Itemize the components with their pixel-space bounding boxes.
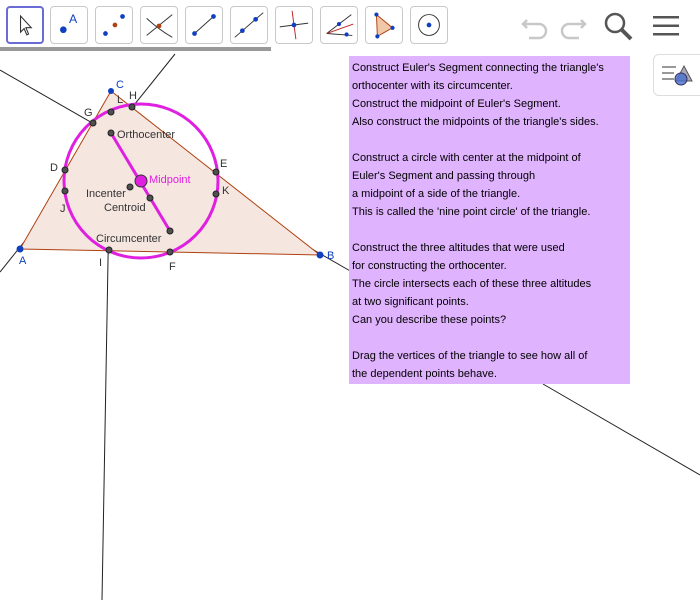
point-h bbox=[128, 103, 136, 111]
note-line: Euler's Segment and passing through bbox=[352, 170, 536, 182]
point-incenter bbox=[126, 183, 134, 191]
note-line: Construct Euler's Segment connecting the… bbox=[352, 62, 604, 74]
angle-bisector-icon bbox=[326, 14, 354, 37]
point-centroid bbox=[146, 194, 154, 202]
label-h: H bbox=[129, 90, 137, 102]
redo-button[interactable] bbox=[555, 8, 591, 44]
note-line: Construct a circle with center at the mi… bbox=[352, 152, 581, 164]
vertex-c[interactable] bbox=[108, 88, 114, 94]
segment-points-tool-button[interactable] bbox=[95, 6, 133, 44]
search-icon bbox=[604, 12, 633, 41]
point-tool-button[interactable]: A bbox=[50, 6, 88, 44]
redo-icon bbox=[560, 19, 587, 40]
toolbar: A bbox=[0, 0, 700, 52]
label-c: C bbox=[116, 79, 124, 91]
label-d: D bbox=[50, 162, 58, 174]
label-i: I bbox=[99, 257, 102, 269]
two-points-icon bbox=[103, 14, 125, 36]
line-icon bbox=[234, 12, 264, 38]
note-line: for constructing the orthocenter. bbox=[352, 260, 507, 272]
label-centroid: Centroid bbox=[104, 202, 146, 214]
search-button[interactable] bbox=[600, 8, 636, 44]
point-orthocenter bbox=[107, 129, 115, 137]
undo-button[interactable] bbox=[517, 8, 553, 44]
label-l: L bbox=[117, 94, 123, 106]
point-e bbox=[212, 168, 220, 176]
altitude-extension[interactable] bbox=[542, 383, 700, 476]
note-line: the dependent points behave. bbox=[352, 368, 497, 380]
note-line: Construct the midpoint of Euler's Segmen… bbox=[352, 98, 561, 110]
point-midpoint[interactable] bbox=[134, 174, 148, 188]
label-f: F bbox=[169, 261, 176, 273]
cursor-arrow-icon bbox=[19, 14, 33, 36]
vertex-a[interactable] bbox=[16, 245, 24, 253]
segment-tool-button[interactable] bbox=[185, 6, 223, 44]
note-line: a midpoint of a side of the triangle. bbox=[352, 188, 521, 200]
point-k bbox=[212, 190, 220, 198]
label-a: A bbox=[19, 255, 27, 267]
triangle-icon bbox=[374, 12, 395, 39]
label-b: B bbox=[327, 250, 334, 262]
label-e: E bbox=[220, 158, 227, 170]
perpendicular-line-tool-button[interactable] bbox=[275, 6, 313, 44]
point-f bbox=[166, 248, 174, 256]
perpendicular-bisector-tool-button[interactable] bbox=[140, 6, 178, 44]
label-j: J bbox=[60, 203, 66, 215]
hamburger-menu-icon bbox=[653, 16, 679, 36]
note-line: This is called the 'nine point circle' o… bbox=[352, 206, 591, 218]
instructions-text-box[interactable]: Construct Euler's Segment connecting the… bbox=[349, 56, 630, 384]
angle-bisector-tool-button[interactable] bbox=[320, 6, 358, 44]
note-line: Can you describe these points? bbox=[352, 314, 507, 326]
point-j bbox=[61, 187, 69, 195]
point-circumcenter bbox=[166, 227, 174, 235]
note-line: Also construct the midpoints of the tria… bbox=[352, 116, 599, 128]
note-line: at two significant points. bbox=[352, 296, 469, 308]
vertex-b[interactable] bbox=[316, 251, 324, 259]
note-line: Drag the vertices of the triangle to see… bbox=[352, 350, 588, 362]
point-icon: A bbox=[60, 12, 78, 34]
label-midpoint: Midpoint bbox=[149, 174, 191, 186]
label-orthocenter: Orthocenter bbox=[117, 129, 175, 141]
menu-button[interactable] bbox=[648, 8, 684, 44]
point-g bbox=[89, 119, 97, 127]
point-tool-label: A bbox=[69, 12, 78, 26]
toolbar-scroll-indicator bbox=[0, 47, 271, 51]
point-l bbox=[107, 108, 115, 116]
note-line bbox=[352, 221, 627, 239]
label-incenter: Incenter bbox=[86, 188, 126, 200]
undo-icon bbox=[521, 19, 548, 40]
algebra-view-toggle[interactable] bbox=[653, 54, 700, 96]
note-line: The circle intersects each of these thre… bbox=[352, 278, 592, 290]
style-bar-icon bbox=[662, 64, 693, 86]
line-tool-button[interactable] bbox=[230, 6, 268, 44]
circle-icon bbox=[418, 14, 440, 36]
intersect-lines-icon bbox=[146, 14, 173, 38]
point-i bbox=[105, 246, 113, 254]
circle-tool-button[interactable] bbox=[410, 6, 448, 44]
note-line: orthocenter with its circumcenter. bbox=[352, 80, 513, 92]
note-line: Construct the three altitudes that were … bbox=[352, 242, 565, 254]
note-line bbox=[352, 131, 627, 149]
label-circumcenter: Circumcenter bbox=[96, 233, 162, 245]
label-k: K bbox=[222, 185, 230, 197]
perpendicular-icon bbox=[279, 10, 309, 40]
polygon-tool-button[interactable] bbox=[365, 6, 403, 44]
point-d bbox=[61, 166, 69, 174]
segment-icon bbox=[192, 14, 216, 36]
note-line bbox=[352, 329, 627, 347]
move-tool-button[interactable] bbox=[6, 6, 44, 44]
label-g: G bbox=[84, 107, 93, 119]
